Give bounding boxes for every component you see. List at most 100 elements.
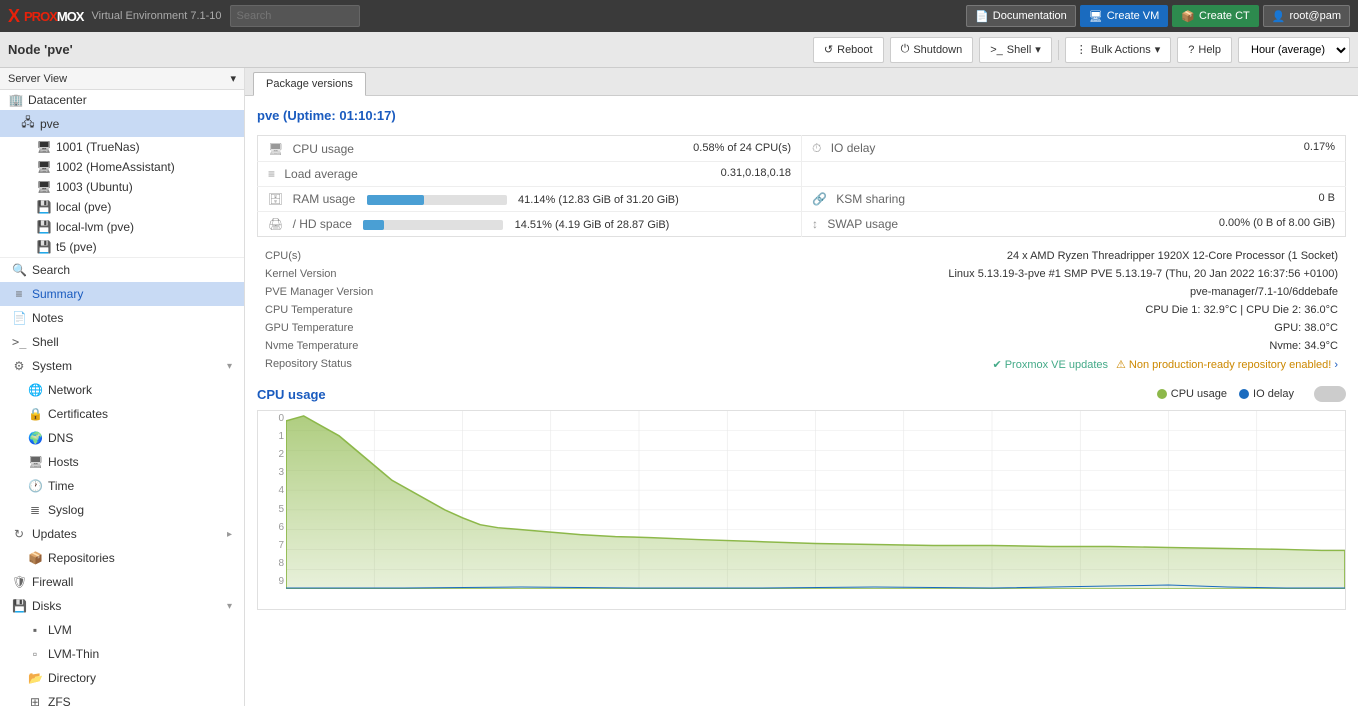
nav-syslog-label: Syslog bbox=[48, 503, 84, 517]
cpu-value: 0.58% of 24 CPU(s) bbox=[693, 142, 791, 154]
nav-summary[interactable]: ≡ Summary bbox=[0, 282, 244, 306]
nav-lvm[interactable]: ▪ LVM bbox=[0, 618, 244, 642]
notes-icon: 📄 bbox=[12, 311, 26, 325]
node-local-lvm-label: local-lvm (pve) bbox=[56, 220, 134, 234]
nav-directory[interactable]: 📂 Directory bbox=[0, 666, 244, 690]
ct-icon: 📦 bbox=[1181, 10, 1195, 23]
stat-row-cpu: 🖥 CPU usage 0.58% of 24 CPU(s) ⏱ IO dela… bbox=[258, 136, 1346, 162]
chart-toggle[interactable] bbox=[1314, 386, 1346, 402]
nav-zfs[interactable]: ⊞ ZFS bbox=[0, 690, 244, 706]
node-t5-label: t5 (pve) bbox=[56, 240, 97, 254]
nav-updates[interactable]: ↻ Updates ▸ bbox=[0, 522, 244, 546]
reboot-button[interactable]: ↺ Reboot bbox=[813, 37, 884, 63]
help-button[interactable]: ? Help bbox=[1177, 37, 1232, 63]
network-icon: 🌐 bbox=[28, 383, 42, 397]
info-pve-value: pve-manager/7.1-10/6ddebafe bbox=[397, 283, 1346, 301]
info-row-gpu-temp: GPU Temperature GPU: 38.0°C bbox=[257, 319, 1346, 337]
nav-disks[interactable]: 💾 Disks ▾ bbox=[0, 594, 244, 618]
create-ct-button[interactable]: 📦 Create CT bbox=[1172, 5, 1258, 27]
tab-package-versions[interactable]: Package versions bbox=[253, 72, 366, 96]
chart-legend: CPU usage IO delay bbox=[1157, 386, 1346, 402]
user-button[interactable]: 👤 root@pam bbox=[1263, 5, 1350, 27]
bulk-actions-button[interactable]: ⋮ Bulk Actions bbox=[1065, 37, 1171, 63]
info-row-pve-version: PVE Manager Version pve-manager/7.1-10/6… bbox=[257, 283, 1346, 301]
legend-cpu-usage: CPU usage bbox=[1157, 388, 1227, 400]
warn-icon: ⚠ bbox=[1116, 358, 1126, 371]
check-icon: ✔ bbox=[992, 358, 1001, 371]
create-vm-button[interactable]: 🖥 Create VM bbox=[1080, 5, 1169, 27]
dns-icon: 🌍 bbox=[28, 431, 42, 445]
nav-dns[interactable]: 🌍 DNS bbox=[0, 426, 244, 450]
sidebar-item-local-lvm[interactable]: 💾 local-lvm (pve) bbox=[0, 217, 244, 237]
search-input[interactable] bbox=[230, 5, 360, 27]
hosts-icon: 🖥 bbox=[28, 455, 42, 469]
swap-value: 0.00% (0 B of 8.00 GiB) bbox=[1219, 217, 1335, 229]
nav-certificates[interactable]: 🔒 Certificates bbox=[0, 402, 244, 426]
server-view-header[interactable]: Server View ▾ bbox=[0, 68, 244, 90]
y-label-7: 7 bbox=[258, 540, 284, 551]
nav-summary-label: Summary bbox=[32, 287, 83, 301]
stat-ksm: 🔗 KSM sharing 0 B bbox=[802, 187, 1346, 212]
io-label: IO delay bbox=[831, 141, 876, 155]
panel: pve (Uptime: 01:10:17) 🖥 CPU usage 0.58%… bbox=[245, 96, 1358, 706]
info-kernel-value: Linux 5.13.19-3-pve #1 SMP PVE 5.13.19-7… bbox=[397, 265, 1346, 283]
nav-zfs-label: ZFS bbox=[48, 695, 71, 706]
nav-lvm-thin[interactable]: ▫ LVM-Thin bbox=[0, 642, 244, 666]
hd-value: 14.51% (4.19 GiB of 28.87 GiB) bbox=[515, 219, 670, 231]
proxmox-icon: PROXMOX bbox=[24, 9, 83, 24]
y-label-6: 6 bbox=[258, 522, 284, 533]
info-row-cpu-temp: CPU Temperature CPU Die 1: 32.9°C | CPU … bbox=[257, 301, 1346, 319]
nav-search[interactable]: 🔍 Search bbox=[0, 258, 244, 282]
nav-notes[interactable]: 📄 Notes bbox=[0, 306, 244, 330]
y-label-0: 0 bbox=[258, 413, 284, 424]
lvm-icon: ▪ bbox=[28, 623, 42, 637]
shell-button[interactable]: >_ Shell bbox=[979, 37, 1052, 63]
sidebar-item-1003[interactable]: 🖥 1003 (Ubuntu) bbox=[0, 177, 244, 197]
nav-system[interactable]: ⚙ System ▾ bbox=[0, 354, 244, 378]
nav-network[interactable]: 🌐 Network bbox=[0, 378, 244, 402]
chart-container: 9 8 7 6 5 4 3 2 1 0 bbox=[257, 410, 1346, 610]
disks-icon: 💾 bbox=[12, 599, 26, 613]
info-cpus-value: 24 x AMD Ryzen Threadripper 1920X 12-Cor… bbox=[397, 247, 1346, 265]
stat-row-load: ≡ Load average 0.31,0.18,0.18 bbox=[258, 162, 1346, 187]
info-row-repo-status: Repository Status ✔ Proxmox VE updates ⚠… bbox=[257, 355, 1346, 374]
ksm-value: 0 B bbox=[1318, 192, 1335, 204]
repo-link-icon[interactable]: › bbox=[1334, 359, 1338, 371]
help-icon: ? bbox=[1188, 44, 1194, 56]
io-legend-dot bbox=[1239, 389, 1249, 399]
time-select[interactable]: Hour (average) bbox=[1238, 37, 1350, 63]
shutdown-button[interactable]: ⏻ Shutdown bbox=[890, 37, 974, 63]
sidebar-item-1002[interactable]: 🖥 1002 (HomeAssistant) bbox=[0, 157, 244, 177]
cert-icon: 🔒 bbox=[28, 407, 42, 421]
nav-repositories[interactable]: 📦 Repositories bbox=[0, 546, 244, 570]
ram-label: RAM usage bbox=[293, 192, 356, 206]
nav-shell[interactable]: >_ Shell bbox=[0, 330, 244, 354]
shell-icon: >_ bbox=[990, 44, 1003, 56]
nav-firewall[interactable]: 🛡 Firewall bbox=[0, 570, 244, 594]
divider bbox=[1058, 40, 1059, 60]
sidebar-item-pve[interactable]: 🖧 pve bbox=[0, 110, 244, 137]
nav-syslog[interactable]: ≣ Syslog bbox=[0, 498, 244, 522]
nav-hosts-label: Hosts bbox=[48, 455, 79, 469]
nav-hosts[interactable]: 🖥 Hosts bbox=[0, 450, 244, 474]
nav-lvm-thin-label: LVM-Thin bbox=[48, 647, 99, 661]
info-row-nvme-temp: Nvme Temperature Nvme: 34.9°C bbox=[257, 337, 1346, 355]
documentation-button[interactable]: 📄 Documentation bbox=[966, 5, 1076, 27]
sidebar-item-datacenter[interactable]: 🏢 Datacenter bbox=[0, 90, 244, 110]
updates-arrow-icon: ▸ bbox=[227, 529, 232, 540]
info-nvme-label: Nvme Temperature bbox=[257, 337, 397, 355]
sidebar-item-local-pve[interactable]: 💾 local (pve) bbox=[0, 197, 244, 217]
sidebar-item-t5[interactable]: 💾 t5 (pve) bbox=[0, 237, 244, 257]
stat-io: ⏱ IO delay 0.17% bbox=[802, 136, 1346, 162]
nav-system-label: System bbox=[32, 359, 72, 373]
chart-header: CPU usage CPU usage IO delay bbox=[257, 386, 1346, 402]
pve-icon: 🖧 bbox=[20, 113, 36, 134]
nav-shell-label: Shell bbox=[32, 335, 59, 349]
reboot-icon: ↺ bbox=[824, 43, 833, 56]
syslog-icon: ≣ bbox=[28, 503, 42, 517]
app-title: Virtual Environment 7.1-10 bbox=[91, 10, 221, 22]
sidebar-item-1001[interactable]: 🖥 1001 (TrueNas) bbox=[0, 137, 244, 157]
ram-value: 41.14% (12.83 GiB of 31.20 GiB) bbox=[518, 194, 679, 206]
nav-time[interactable]: 🕐 Time bbox=[0, 474, 244, 498]
nav-cert-label: Certificates bbox=[48, 407, 108, 421]
